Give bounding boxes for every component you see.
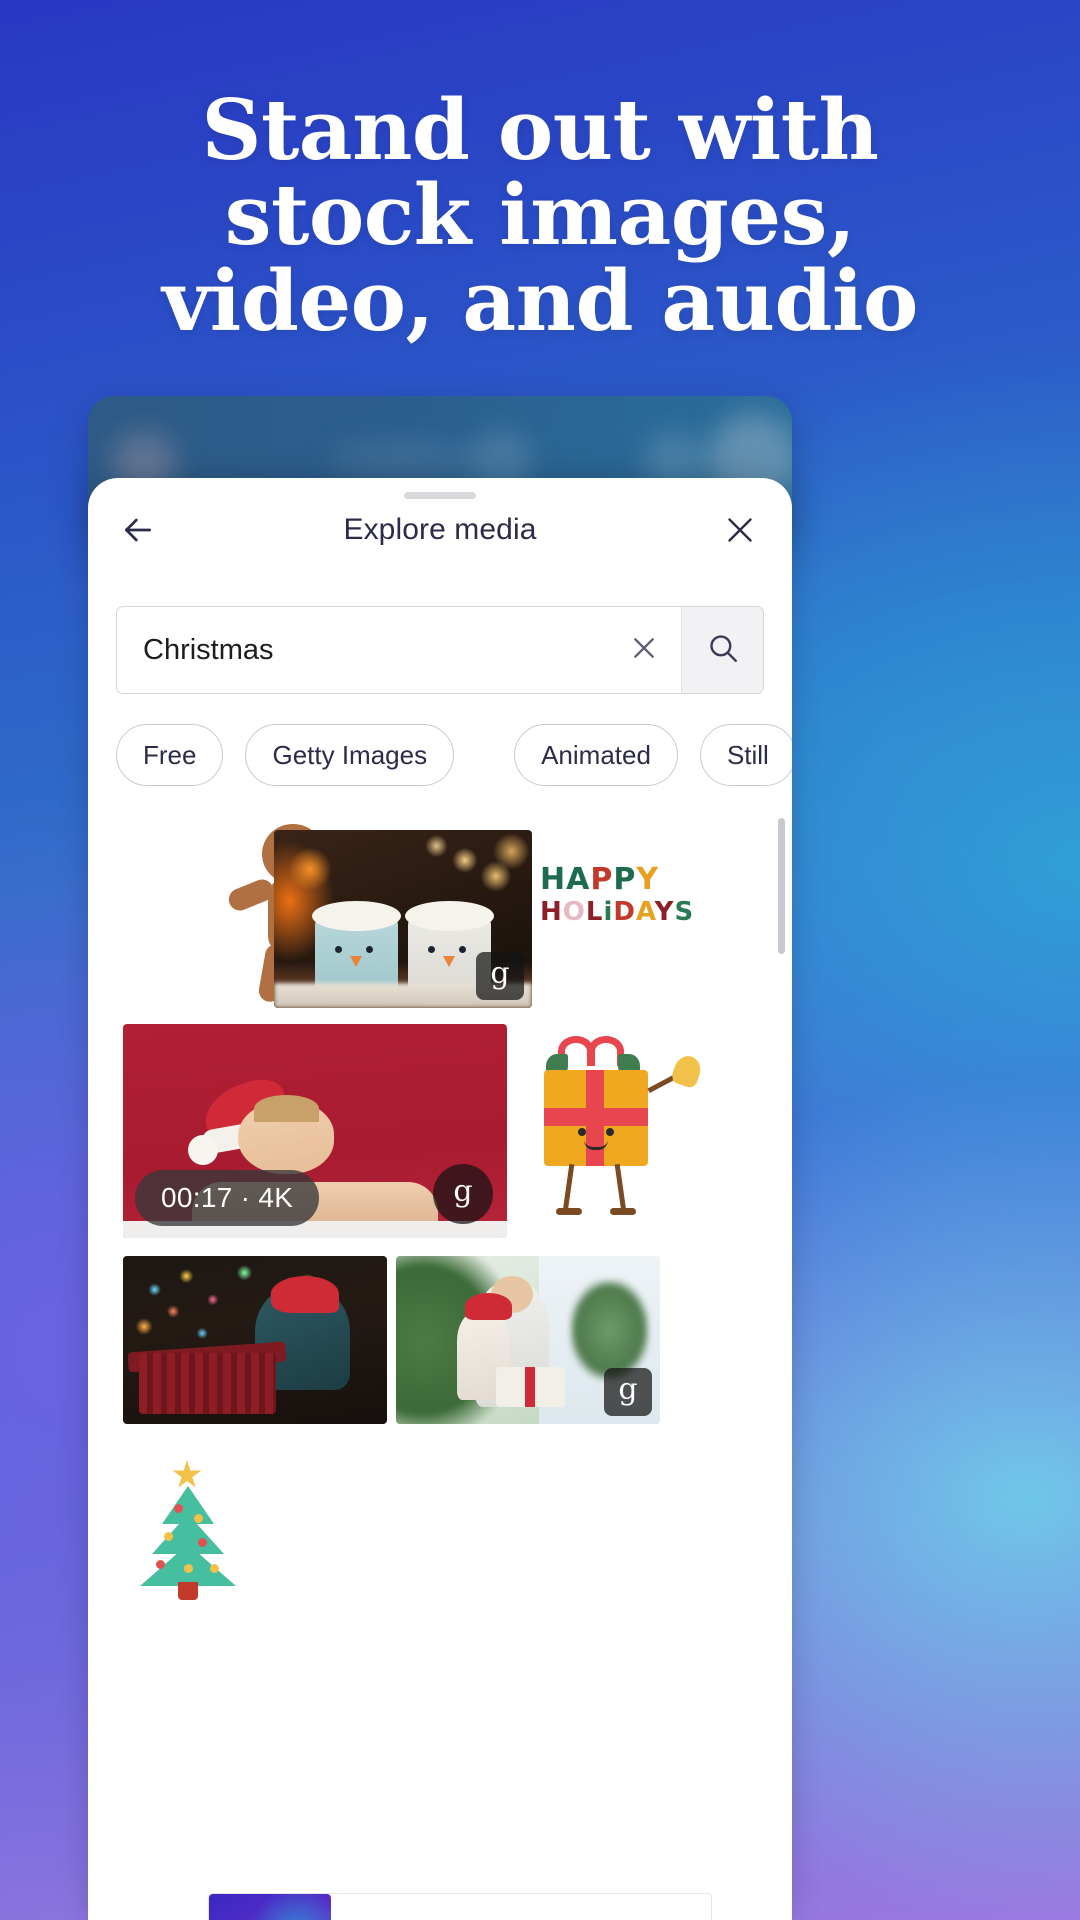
page-title: Explore media [343,513,537,546]
cocoa-mugs-photo[interactable]: g [274,830,532,1008]
close-icon [722,512,758,548]
search-input-value: Christmas [143,633,274,666]
explore-media-sheet: Explore media Christmas Free Getty Image… [88,478,792,1920]
sticker-text-happy: HAPPY [540,862,660,897]
blur-shape [328,440,478,480]
arrow-left-icon [118,510,158,550]
christmas-tree-sticker[interactable] [134,1460,244,1600]
search-icon [706,631,740,670]
getty-badge: g [604,1368,652,1416]
chip-still[interactable]: Still [699,724,792,786]
getty-badge: g [433,1164,493,1224]
close-button[interactable] [712,502,768,558]
happy-holidays-sticker[interactable]: HAPPY HOLiDAYS [540,862,695,930]
promo-headline: Stand out with stock images, video, and … [0,81,1080,350]
chip-animated[interactable]: Animated [514,724,678,786]
search-bar: Christmas [116,606,764,694]
grandmother-and-child-photo[interactable]: g [396,1256,660,1424]
video-duration-badge: 00:17 · 4K [135,1170,320,1226]
audio-result-card[interactable]: Happy Christmas Short 01:12 [208,1893,712,1920]
search-submit-button[interactable] [681,607,763,693]
filter-chips: Free Getty Images Animated Still [116,724,792,786]
back-button[interactable] [110,502,166,558]
close-icon [628,632,660,669]
audio-metadata: Happy Christmas Short 01:12 [331,1894,711,1920]
sticker-text-holidays: HOLiDAYS [540,896,695,927]
getty-badge: g [476,952,524,1000]
child-opening-gift-photo[interactable] [123,1256,387,1424]
audio-title: Happy Christmas Short [359,1915,711,1920]
santa-hat-child-video[interactable]: 00:17 · 4K g [123,1024,507,1238]
headline-line-1: Stand out with [201,81,879,179]
headline-line-3: video, and audio [162,251,918,350]
search-input[interactable]: Christmas [117,607,607,693]
photo-content [123,1256,387,1424]
clear-search-button[interactable] [607,607,681,693]
audio-thumbnail[interactable] [209,1894,331,1920]
gift-box-character-sticker[interactable] [522,1032,712,1228]
chip-free[interactable]: Free [116,724,224,786]
headline-line-2: stock images, [224,166,856,265]
media-results-grid: g HAPPY HOLiDAYS 00:17 · 4K g g [88,808,792,1920]
sheet-header: Explore media [88,478,792,582]
chip-getty-images[interactable]: Getty Images [245,724,455,786]
vertical-scrollbar[interactable] [778,818,785,954]
